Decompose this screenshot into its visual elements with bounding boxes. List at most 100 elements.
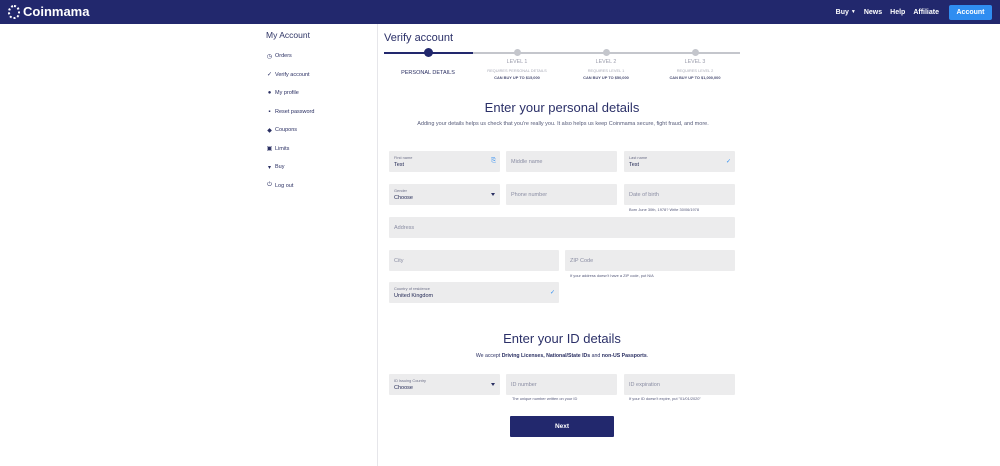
country-of-residence-value: United Kingdom (394, 293, 434, 299)
last-name-field[interactable]: Last name Test ✓ (624, 151, 735, 172)
first-name-label: First name (394, 155, 413, 160)
accepted-ids-text: We accept Driving Licenses, National/Sta… (384, 353, 740, 359)
address-field[interactable]: Address (389, 217, 735, 238)
lock-icon: ▪ (268, 108, 271, 115)
main-nav: Buy ▼ News Help Affiliate Account (828, 0, 1000, 24)
accept-prefix: We accept (475, 353, 502, 359)
zip-code-placeholder: ZIP Code (570, 258, 594, 264)
middle-name-field[interactable]: Middle name (506, 151, 617, 172)
step-label: LEVEL 2 (595, 59, 617, 65)
city-field[interactable]: City (389, 250, 559, 271)
sidebar-item-label: Log out (275, 182, 294, 189)
id-number-field[interactable]: ID number (506, 374, 617, 395)
step-label: LEVEL 1 (506, 59, 528, 65)
account-button[interactable]: Account (949, 4, 992, 20)
country-of-residence-label: Country of residence (394, 286, 430, 291)
phone-number-field[interactable]: Phone number (506, 184, 617, 205)
step-level-3: LEVEL 3 REQUIRES LEVEL 2 CAN BUY UP TO $… (650, 59, 740, 82)
sidebar-item-label: Verify account (275, 71, 310, 78)
phone-number-placeholder: Phone number (511, 192, 548, 198)
check-icon: ✓ (549, 290, 555, 296)
nav-buy[interactable]: Buy ▼ (836, 9, 856, 16)
id-expiration-placeholder: ID expiration (629, 382, 660, 388)
sidebar-title: My Account (266, 30, 310, 40)
step-personal-details: PERSONAL DETAILS (383, 70, 473, 78)
first-name-field[interactable]: First name Test ⎘ (389, 151, 500, 172)
sidebar-item-coupons[interactable]: ◆ Coupons (266, 121, 376, 140)
nav-buy-label: Buy (835, 8, 849, 16)
coinmama-logo-icon (8, 4, 20, 19)
sidebar-item-label: Coupons (275, 127, 298, 134)
step-limit: CAN BUY UP TO $1,000,000 (669, 75, 721, 80)
id-issuing-country-value: Choose (394, 385, 413, 391)
last-name-value: Test (629, 162, 640, 168)
sidebar-item-label: Buy (275, 164, 285, 171)
step-dot-level-3 (691, 49, 699, 56)
address-placeholder: Address (394, 225, 415, 231)
accept-passports-bold: non-US Passports (601, 353, 647, 359)
brand-logo[interactable]: Coinmama (8, 4, 89, 19)
step-limit: CAN BUY UP TO $15,000 (494, 75, 540, 80)
first-name-value: Test (394, 162, 405, 168)
sidebar-item-label: Orders (275, 53, 292, 60)
caret-down-icon (491, 193, 495, 196)
step-dot-level-1 (513, 49, 521, 56)
zip-code-field[interactable]: ZIP Code (565, 250, 735, 271)
cart-icon: ▾ (267, 164, 271, 171)
nav-news[interactable]: News (864, 9, 882, 16)
verification-stepper: PERSONAL DETAILS LEVEL 1 REQUIRES PERSON… (384, 48, 740, 88)
next-button[interactable]: Next (510, 416, 614, 437)
sidebar-item-limits[interactable]: ▣ Limits (266, 140, 376, 159)
gender-label: Gender (394, 188, 407, 193)
step-dot-level-2 (602, 49, 610, 56)
sidebar-item-buy[interactable]: ▾ Buy (266, 158, 376, 177)
page-title: Verify account (384, 32, 454, 44)
sidebar-item-verify-account[interactable]: ✓ Verify account (266, 66, 376, 85)
id-issuing-country-select[interactable]: ID Issuing Country Choose (389, 374, 500, 395)
gender-select[interactable]: Gender Choose (389, 184, 500, 205)
gender-value: Choose (394, 195, 413, 201)
city-placeholder: City (394, 258, 404, 264)
sidebar-item-orders[interactable]: ◷ Orders (266, 47, 376, 66)
caret-down-icon: ▼ (850, 9, 856, 15)
contact-card-icon[interactable]: ⎘ (491, 158, 496, 165)
caret-down-icon (491, 383, 495, 386)
date-of-birth-placeholder: Date of birth (629, 192, 659, 198)
limits-icon: ▣ (266, 146, 273, 153)
user-icon: ● (267, 90, 272, 97)
nav-affiliate[interactable]: Affiliate (913, 9, 939, 16)
nav-help[interactable]: Help (890, 9, 905, 16)
step-label: LEVEL 3 (684, 59, 706, 65)
top-navbar: Coinmama Buy ▼ News Help Affiliate Accou… (0, 0, 1000, 24)
accept-ids-bold: Driving Licenses, National/State IDs (501, 353, 591, 359)
sidebar-item-reset-password[interactable]: ▪ Reset password (266, 103, 376, 122)
accept-suffix: . (646, 353, 649, 359)
zip-code-hint: If your address doesn't have a ZIP code,… (570, 273, 654, 278)
personal-details-intro: Adding your details helps us check that … (417, 121, 709, 127)
id-details-heading: Enter your ID details (503, 331, 621, 346)
power-icon: ⏻ (267, 182, 272, 189)
id-issuing-country-label: ID Issuing Country (394, 378, 427, 383)
country-of-residence-select[interactable]: Country of residence United Kingdom ✓ (389, 282, 559, 303)
step-dot-personal-details (423, 48, 433, 57)
sidebar-item-my-profile[interactable]: ● My profile (266, 84, 376, 103)
accept-mid: and (590, 353, 602, 359)
account-sidebar: My Account ◷ Orders ✓ Verify account ● M… (266, 30, 376, 195)
step-requires: REQUIRES LEVEL 1 (587, 67, 625, 73)
id-number-hint: The unique number written on your ID (512, 396, 578, 401)
sidebar-item-log-out[interactable]: ⏻ Log out (266, 177, 376, 196)
step-limit: CAN BUY UP TO $50,000 (583, 75, 629, 80)
clock-icon: ◷ (266, 53, 273, 60)
step-requires: REQUIRES LEVEL 2 (676, 67, 714, 73)
sidebar-divider (377, 24, 378, 466)
id-expiration-field[interactable]: ID expiration (624, 374, 735, 395)
brand-name: Coinmama (23, 4, 90, 19)
tag-icon: ◆ (267, 127, 272, 134)
check-icon: ✓ (266, 72, 273, 79)
personal-details-heading: Enter your personal details (484, 100, 640, 115)
sidebar-item-label: Reset password (275, 108, 315, 115)
sidebar-item-label: My profile (275, 90, 299, 97)
step-level-1: LEVEL 1 REQUIRES PERSONAL DETAILS CAN BU… (472, 59, 562, 82)
middle-name-placeholder: Middle name (511, 159, 543, 165)
date-of-birth-field[interactable]: Date of birth (624, 184, 735, 205)
